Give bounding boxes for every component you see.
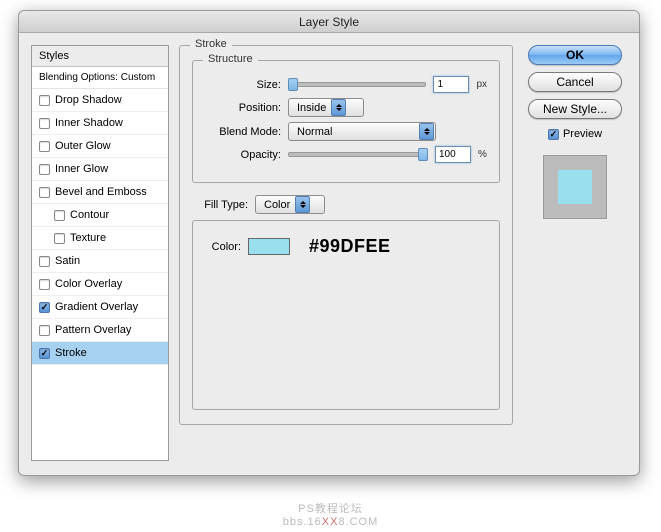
position-select[interactable]: Inside xyxy=(288,98,364,117)
style-item-label: Inner Glow xyxy=(55,163,108,175)
opacity-row: Opacity: % xyxy=(205,146,487,163)
cancel-button[interactable]: Cancel xyxy=(528,72,622,92)
watermark: PS教程论坛 bbs.16XX8.COM xyxy=(0,500,661,528)
styles-header[interactable]: Styles xyxy=(32,46,168,67)
checkbox-icon[interactable] xyxy=(39,325,50,336)
checkbox-icon[interactable] xyxy=(39,164,50,175)
watermark-line2: bbs.16XX8.COM xyxy=(0,516,661,528)
style-item-color-overlay[interactable]: Color Overlay xyxy=(32,273,168,296)
style-item-gradient-overlay[interactable]: Gradient Overlay xyxy=(32,296,168,319)
checkbox-icon[interactable] xyxy=(39,256,50,267)
style-item-pattern-overlay[interactable]: Pattern Overlay xyxy=(32,319,168,342)
stroke-fieldset: Stroke Structure Size: px Position: xyxy=(179,45,513,425)
color-hex-text: #99DFEE xyxy=(309,236,391,257)
style-item-label: Texture xyxy=(70,232,106,244)
preview-toggle[interactable]: Preview xyxy=(548,128,602,140)
size-unit: px xyxy=(476,79,487,90)
dropdown-arrows-icon xyxy=(295,196,310,213)
style-item-label: Stroke xyxy=(55,347,87,359)
checkbox-icon[interactable] xyxy=(54,233,65,244)
filltype-select[interactable]: Color xyxy=(255,195,325,214)
checkbox-icon[interactable] xyxy=(39,348,50,359)
opacity-input[interactable] xyxy=(435,146,471,163)
blend-mode-select[interactable]: Normal xyxy=(288,122,436,141)
style-item-stroke[interactable]: Stroke xyxy=(32,342,168,365)
preview-label: Preview xyxy=(563,128,602,140)
blending-options-item[interactable]: Blending Options: Custom xyxy=(32,67,168,89)
fill-settings-fieldset: Color: #99DFEE xyxy=(192,220,500,410)
checkbox-icon[interactable] xyxy=(39,279,50,290)
new-style-button[interactable]: New Style... xyxy=(528,99,622,119)
size-slider[interactable] xyxy=(288,78,426,92)
style-item-label: Bevel and Emboss xyxy=(55,186,147,198)
style-item-satin[interactable]: Satin xyxy=(32,250,168,273)
structure-legend: Structure xyxy=(203,53,258,65)
styles-list-panel: Styles Blending Options: Custom Drop Sha… xyxy=(31,45,169,461)
position-label: Position: xyxy=(205,102,281,114)
style-item-bevel-and-emboss[interactable]: Bevel and Emboss xyxy=(32,181,168,204)
style-item-label: Pattern Overlay xyxy=(55,324,131,336)
style-item-label: Gradient Overlay xyxy=(55,301,138,313)
checkbox-icon[interactable] xyxy=(39,118,50,129)
preview-swatch xyxy=(558,170,592,204)
watermark-line1: PS教程论坛 xyxy=(0,500,661,516)
color-row: Color: #99DFEE xyxy=(205,236,487,257)
filltype-value: Color xyxy=(264,199,290,211)
style-item-label: Satin xyxy=(55,255,80,267)
dropdown-arrows-icon xyxy=(331,99,346,116)
window-title: Layer Style xyxy=(19,11,639,33)
position-row: Position: Inside xyxy=(205,98,487,117)
color-swatch[interactable] xyxy=(248,238,290,255)
layer-style-dialog: Layer Style Styles Blending Options: Cus… xyxy=(18,10,640,476)
style-item-label: Inner Shadow xyxy=(55,117,123,129)
style-item-outer-glow[interactable]: Outer Glow xyxy=(32,135,168,158)
stroke-legend: Stroke xyxy=(190,38,232,50)
size-row: Size: px xyxy=(205,76,487,93)
style-item-contour[interactable]: Contour xyxy=(32,204,168,227)
checkbox-icon[interactable] xyxy=(39,95,50,106)
color-label: Color: xyxy=(205,241,241,253)
style-item-label: Outer Glow xyxy=(55,140,111,152)
blend-mode-value: Normal xyxy=(297,126,414,138)
style-item-inner-glow[interactable]: Inner Glow xyxy=(32,158,168,181)
style-item-drop-shadow[interactable]: Drop Shadow xyxy=(32,89,168,112)
style-item-label: Drop Shadow xyxy=(55,94,122,106)
dialog-content: Styles Blending Options: Custom Drop Sha… xyxy=(19,33,639,475)
size-input[interactable] xyxy=(433,76,469,93)
opacity-unit: % xyxy=(478,149,487,160)
size-label: Size: xyxy=(205,79,281,91)
style-item-label: Color Overlay xyxy=(55,278,122,290)
style-item-inner-shadow[interactable]: Inner Shadow xyxy=(32,112,168,135)
dropdown-arrows-icon xyxy=(419,123,434,140)
preview-box xyxy=(543,155,607,219)
preview-checkbox[interactable] xyxy=(548,129,559,140)
opacity-label: Opacity: xyxy=(205,149,281,161)
filltype-row: Fill Type: Color xyxy=(192,195,500,214)
style-item-texture[interactable]: Texture xyxy=(32,227,168,250)
checkbox-icon[interactable] xyxy=(39,141,50,152)
button-panel: OK Cancel New Style... Preview xyxy=(523,45,627,461)
blend-mode-label: Blend Mode: xyxy=(205,126,281,138)
checkbox-icon[interactable] xyxy=(39,187,50,198)
checkbox-icon[interactable] xyxy=(54,210,65,221)
checkbox-icon[interactable] xyxy=(39,302,50,313)
style-item-label: Contour xyxy=(70,209,109,221)
filltype-label: Fill Type: xyxy=(192,199,248,211)
position-value: Inside xyxy=(297,102,326,114)
opacity-slider[interactable] xyxy=(288,148,428,162)
ok-button[interactable]: OK xyxy=(528,45,622,65)
blend-mode-row: Blend Mode: Normal xyxy=(205,122,487,141)
structure-fieldset: Structure Size: px Position: Insi xyxy=(192,60,500,183)
settings-panel: Stroke Structure Size: px Position: xyxy=(179,45,513,461)
